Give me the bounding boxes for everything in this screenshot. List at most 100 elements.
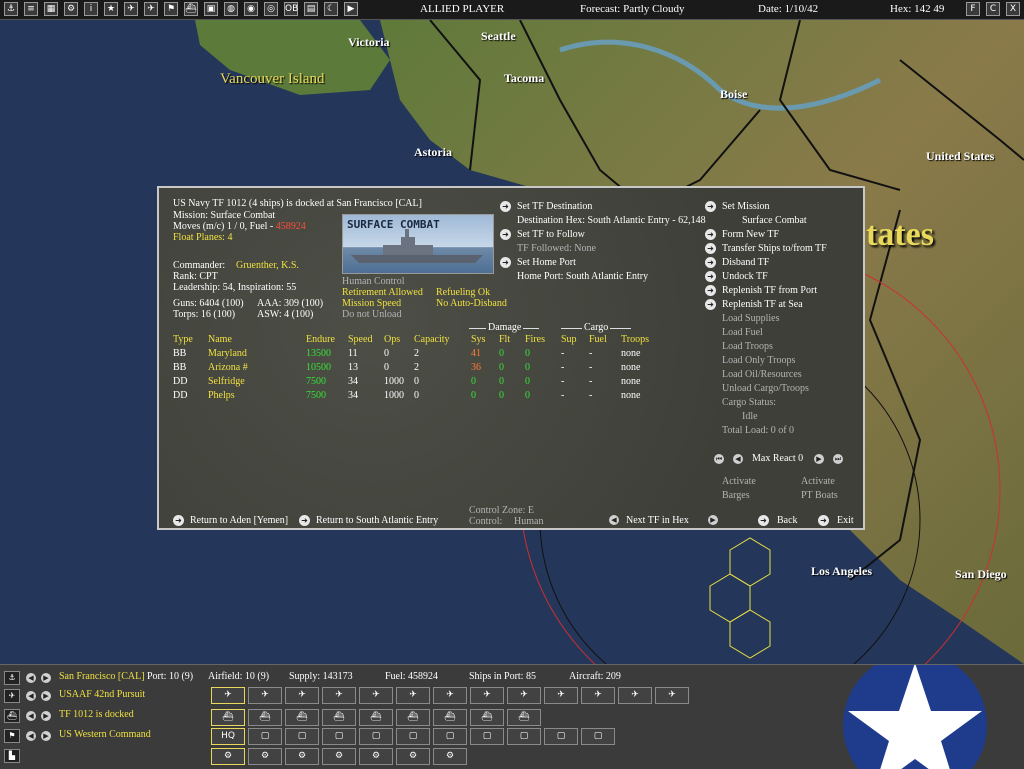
- replenish-port-arrow-icon[interactable]: ➜: [705, 285, 716, 296]
- device-slot-icon[interactable]: ⚙: [322, 748, 356, 765]
- ground-slot-icon[interactable]: ▢: [581, 728, 615, 745]
- disband-arrow-icon[interactable]: ➜: [705, 257, 716, 268]
- ground-slot-icon[interactable]: ▢: [396, 728, 430, 745]
- ship-name[interactable]: Phelps: [208, 390, 235, 402]
- aircraft-slot-icon[interactable]: ✈: [618, 687, 652, 704]
- city-san-diego[interactable]: San Diego: [955, 567, 1007, 582]
- ship-slot-icon[interactable]: ⛴: [470, 709, 504, 726]
- set-destination-arrow-icon[interactable]: ➜: [500, 201, 511, 212]
- next-icon[interactable]: ▶: [344, 2, 358, 16]
- plane-icon[interactable]: ✈: [124, 2, 138, 16]
- react-first-icon[interactable]: ⏮: [714, 454, 724, 464]
- column-header-ops[interactable]: Ops: [384, 334, 400, 346]
- react-prev-icon[interactable]: ◀: [733, 454, 743, 464]
- moon-icon[interactable]: ☾: [324, 2, 338, 16]
- tf-next-icon[interactable]: ▶: [41, 711, 51, 721]
- group-icon[interactable]: ▣: [204, 2, 218, 16]
- ship-icon[interactable]: ⛴: [184, 2, 198, 16]
- aircraft-slot-icon[interactable]: ✈: [359, 687, 393, 704]
- activate-barges-line2[interactable]: Barges: [722, 490, 750, 502]
- device-slot-icon[interactable]: ⚙: [211, 748, 245, 765]
- column-header-endure[interactable]: Endure: [306, 334, 335, 346]
- earth-icon[interactable]: ◉: [244, 2, 258, 16]
- column-header-fires[interactable]: Fires: [525, 334, 545, 346]
- target-icon[interactable]: ◎: [264, 2, 278, 16]
- chart-icon[interactable]: ▦: [44, 2, 58, 16]
- column-header-sys[interactable]: Sys: [471, 334, 485, 346]
- ground-slot-icon[interactable]: ▢: [285, 728, 319, 745]
- column-header-troops[interactable]: Troops: [621, 334, 649, 346]
- load-troops-button[interactable]: Load Troops: [722, 341, 773, 353]
- city-astoria[interactable]: Astoria: [414, 145, 452, 160]
- return-to-south-atlantic-button[interactable]: Return to South Atlantic Entry: [316, 515, 438, 527]
- load-fuel-button[interactable]: Load Fuel: [722, 327, 763, 339]
- unload-cargo-button[interactable]: Unload Cargo/Troops: [722, 383, 809, 395]
- base-next-icon[interactable]: ▶: [41, 673, 51, 683]
- ground-slot-icon[interactable]: ▢: [322, 728, 356, 745]
- unload-toggle[interactable]: Do not Unload: [342, 309, 401, 321]
- factory-row-icon[interactable]: ▙: [4, 749, 20, 763]
- column-header-name[interactable]: Name: [208, 334, 232, 346]
- ship-slot-icon[interactable]: ⛴: [359, 709, 393, 726]
- exit-arrow-icon[interactable]: ➜: [818, 515, 829, 526]
- ob-icon[interactable]: OB: [284, 2, 298, 16]
- aircraft-slot-icon[interactable]: ✈: [433, 687, 467, 704]
- ship-slot-icon[interactable]: ⛴: [211, 709, 245, 726]
- air-unit-name[interactable]: USAAF 42nd Pursuit: [59, 689, 145, 701]
- aircraft-slot-icon[interactable]: ✈: [322, 687, 356, 704]
- aircraft-slot-icon[interactable]: ✈: [285, 687, 319, 704]
- star-icon[interactable]: ★: [104, 2, 118, 16]
- ship-slot-icon[interactable]: ⛴: [507, 709, 541, 726]
- aircraft-slot-icon[interactable]: ✈: [581, 687, 615, 704]
- ship-slot-icon[interactable]: ⛴: [433, 709, 467, 726]
- ship-row-icon[interactable]: ⛴: [4, 709, 20, 723]
- aircraft-slot-icon[interactable]: ✈: [655, 687, 689, 704]
- undock-arrow-icon[interactable]: ➜: [705, 271, 716, 282]
- plane2-icon[interactable]: ✈: [144, 2, 158, 16]
- flag-icon[interactable]: F: [966, 2, 980, 16]
- hq-slot[interactable]: HQ: [211, 728, 245, 745]
- device-slot-icon[interactable]: ⚙: [248, 748, 282, 765]
- set-mission-button[interactable]: Set Mission: [722, 201, 770, 213]
- set-follow-arrow-icon[interactable]: ➜: [500, 229, 511, 240]
- city-seattle[interactable]: Seattle: [481, 29, 516, 44]
- ground-slot-icon[interactable]: ▢: [433, 728, 467, 745]
- column-header-type[interactable]: Type: [173, 334, 193, 346]
- back-arrow-icon[interactable]: ➜: [758, 515, 769, 526]
- anchor-icon[interactable]: ⚓: [4, 2, 18, 16]
- react-next-icon[interactable]: ▶: [814, 454, 824, 464]
- prev-tf-icon[interactable]: ◀: [609, 515, 619, 525]
- center-icon[interactable]: C: [986, 2, 1000, 16]
- ship-name[interactable]: Arizona #: [208, 362, 248, 374]
- city-los-angeles[interactable]: Los Angeles: [811, 564, 872, 579]
- column-header-sup[interactable]: Sup: [561, 334, 577, 346]
- bars-icon[interactable]: ▤: [304, 2, 318, 16]
- cmd-next-icon[interactable]: ▶: [41, 731, 51, 741]
- gear-icon[interactable]: ⚙: [64, 2, 78, 16]
- replenish-sea-button[interactable]: Replenish TF at Sea: [722, 299, 803, 311]
- set-destination-button[interactable]: Set TF Destination: [517, 201, 592, 213]
- activate-barges-line1[interactable]: Activate: [722, 476, 756, 488]
- ship-slot-icon[interactable]: ⛴: [396, 709, 430, 726]
- transfer-arrow-icon[interactable]: ➜: [705, 243, 716, 254]
- device-slot-icon[interactable]: ⚙: [359, 748, 393, 765]
- return-to-aden-button[interactable]: Return to Aden [Yemen]: [190, 515, 288, 527]
- list-icon[interactable]: ≡: [24, 2, 38, 16]
- ship-slot-icon[interactable]: ⛴: [248, 709, 282, 726]
- set-follow-button[interactable]: Set TF to Follow: [517, 229, 585, 241]
- ground-slot-icon[interactable]: ▢: [544, 728, 578, 745]
- aircraft-slot-icon[interactable]: ✈: [544, 687, 578, 704]
- aircraft-slot-icon[interactable]: ✈: [470, 687, 504, 704]
- anchor-icon[interactable]: ⚓: [4, 671, 20, 685]
- column-header-flt[interactable]: Flt: [499, 334, 510, 346]
- load-oil-button[interactable]: Load Oil/Resources: [722, 369, 802, 381]
- activate-pt-line2[interactable]: PT Boats: [801, 490, 838, 502]
- plane-icon[interactable]: ✈: [4, 689, 20, 703]
- load-only-troops-button[interactable]: Load Only Troops: [722, 355, 795, 367]
- flag-row-icon[interactable]: ⚑: [4, 729, 20, 743]
- tf-status[interactable]: TF 1012 is docked: [59, 709, 134, 721]
- air-prev-icon[interactable]: ◀: [26, 691, 36, 701]
- base-name[interactable]: San Francisco [CAL]: [59, 671, 145, 683]
- column-header-fuel[interactable]: Fuel: [589, 334, 607, 346]
- air-next-icon[interactable]: ▶: [41, 691, 51, 701]
